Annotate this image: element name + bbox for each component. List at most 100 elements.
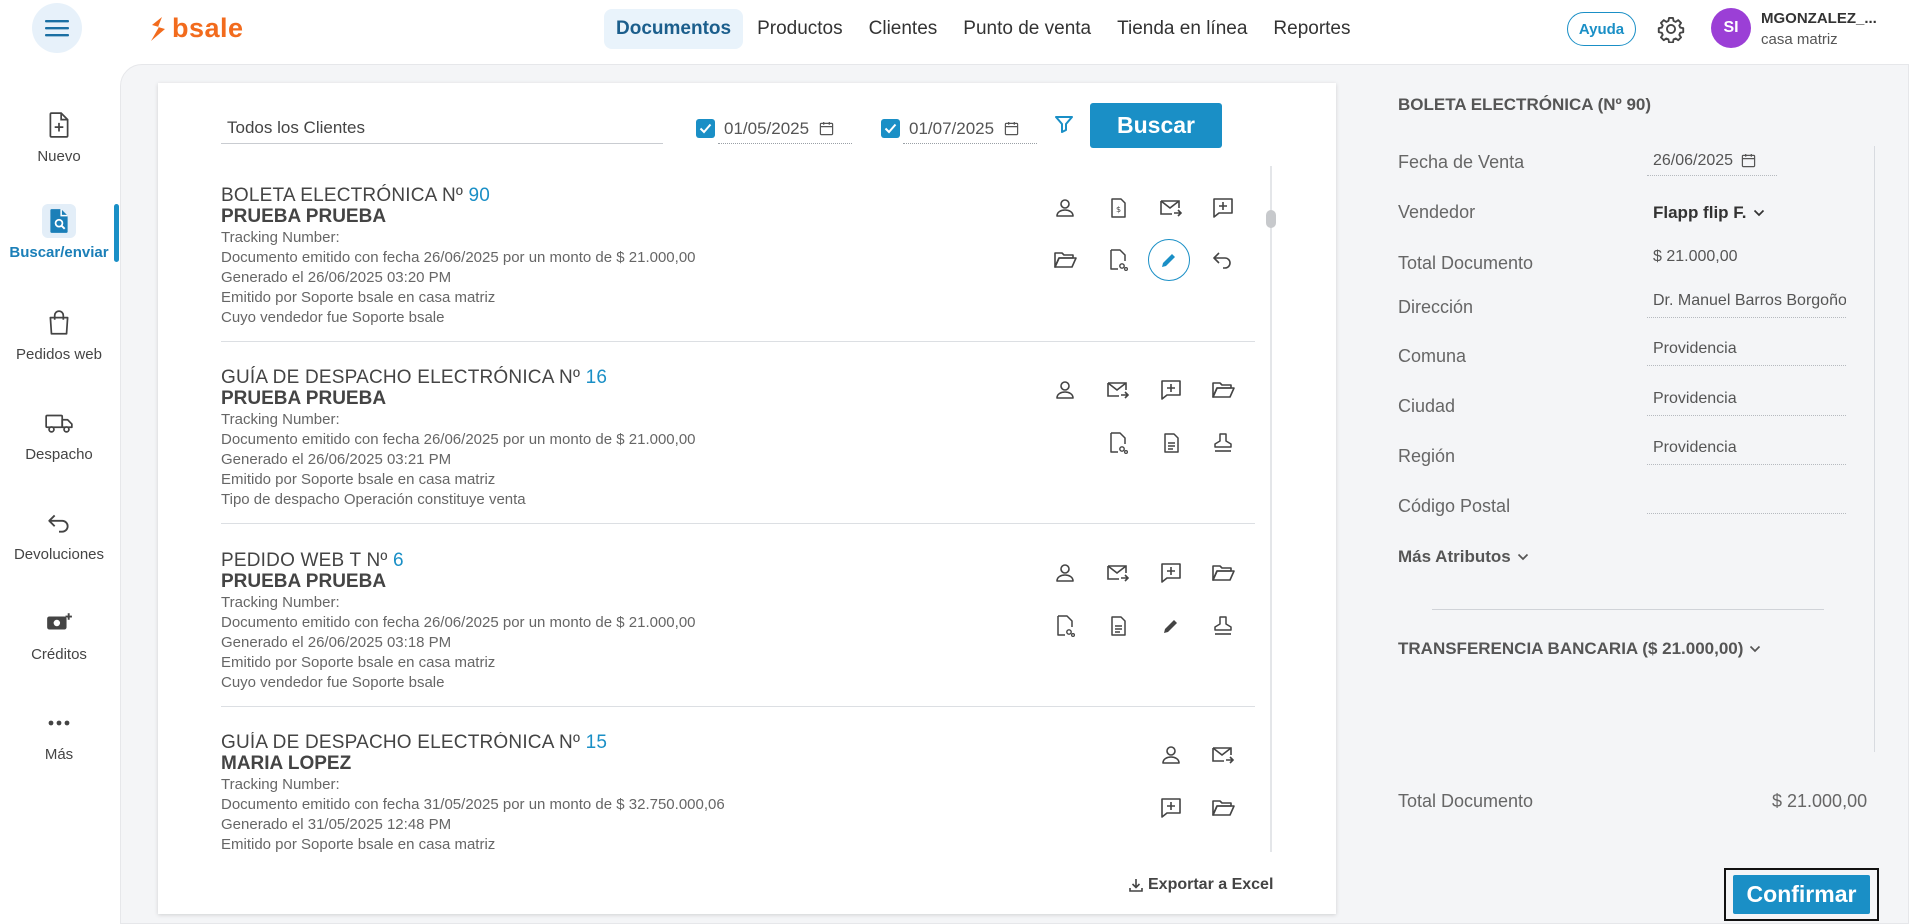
region-input[interactable]: Providencia (1647, 435, 1846, 465)
linked-document-button[interactable] (1101, 426, 1135, 460)
field-label: Total Documento (1398, 253, 1534, 273)
document-client: MARIA LOPEZ (221, 753, 352, 774)
truck-icon (42, 406, 76, 440)
help-button[interactable]: Ayuda (1567, 12, 1636, 46)
detail-title: BOLETA ELECTRÓNICA (Nº 90) (1398, 95, 1652, 114)
date-from-checkbox[interactable] (696, 119, 715, 138)
seller-select[interactable]: Flapp flip F. (1647, 198, 1846, 228)
sidebar-item-mas[interactable]: Más (0, 706, 118, 763)
send-email-button[interactable] (1154, 191, 1188, 225)
document-item[interactable]: PEDIDO WEB T Nº 6 PRUEBA PRUEBA Tracking… (221, 550, 1255, 693)
pencil-icon (1164, 620, 1177, 633)
sidebar-active-indicator (114, 204, 119, 262)
document-line: Generado el 26/06/2025 03:21 PM (221, 451, 452, 468)
client-button[interactable] (1048, 191, 1082, 225)
nav-tienda-en-linea[interactable]: Tienda en línea (1105, 9, 1259, 49)
bsale-logo[interactable]: bsale (148, 13, 244, 44)
date-from-input[interactable]: 01/05/2025 (718, 114, 852, 144)
sidebar-item-creditos[interactable]: Créditos (0, 606, 118, 663)
file-search-icon (42, 204, 76, 238)
menu-button[interactable] (32, 3, 82, 53)
document-button[interactable] (1101, 609, 1135, 643)
document-item[interactable]: BOLETA ELECTRÓNICA Nº 90 PRUEBA PRUEBA T… (221, 185, 1255, 328)
add-comment-button[interactable] (1154, 791, 1188, 825)
add-comment-button[interactable] (1154, 373, 1188, 407)
sidebar-item-pedidos-web[interactable]: Pedidos web (0, 306, 118, 363)
sidebar-item-despacho[interactable]: Despacho (0, 406, 118, 463)
nav-documentos[interactable]: Documentos (604, 9, 744, 49)
sidebar-item-devoluciones[interactable]: Devoluciones (0, 506, 118, 563)
open-folder-button[interactable] (1206, 791, 1240, 825)
document-number[interactable]: 6 (393, 550, 404, 571)
document-title: BOLETA ELECTRÓNICA Nº (221, 185, 464, 206)
total-label: Total Documento (1398, 791, 1534, 811)
document-line: Tracking Number: (221, 229, 340, 246)
postal-code-input[interactable] (1647, 484, 1846, 514)
date-to-input[interactable]: 01/07/2025 (903, 114, 1037, 144)
stamp-button[interactable] (1206, 426, 1240, 460)
document-item[interactable]: GUÍA DE DESPACHO ELECTRÓNICA Nº 16 PRUEB… (221, 367, 1255, 510)
date-to-checkbox[interactable] (881, 119, 900, 138)
sidebar-item-label: Despacho (25, 446, 93, 463)
panel-scrollbar[interactable] (1874, 146, 1875, 752)
send-email-button[interactable] (1101, 556, 1135, 590)
document-item[interactable]: GUÍA DE DESPACHO ELECTRÓNICA Nº 15 MARIA… (221, 732, 1255, 852)
settings-button[interactable] (1657, 15, 1685, 43)
sale-date-value: 26/06/2025 (1653, 151, 1734, 169)
client-filter-input[interactable]: Todos los Clientes (221, 114, 663, 144)
sidebar-item-buscar-enviar[interactable]: Buscar/enviar (0, 204, 118, 261)
send-email-button[interactable] (1206, 738, 1240, 772)
add-comment-button[interactable] (1206, 191, 1240, 225)
filter-button[interactable] (1053, 113, 1075, 135)
return-button[interactable] (1206, 243, 1240, 277)
open-folder-button[interactable] (1206, 556, 1240, 590)
download-icon (1129, 879, 1143, 892)
edit-button[interactable] (1148, 239, 1190, 281)
file-link-icon (1110, 432, 1129, 455)
nav-punto-de-venta[interactable]: Punto de venta (951, 9, 1103, 49)
cash-plus-icon (42, 606, 76, 640)
document-number[interactable]: 90 (469, 185, 491, 206)
nav-clientes[interactable]: Clientes (857, 9, 950, 49)
export-excel-button[interactable]: Exportar a Excel (1128, 876, 1273, 894)
document-line: Documento emitido con fecha 26/06/2025 p… (221, 614, 696, 631)
stamp-button[interactable] (1206, 609, 1240, 643)
sidebar-item-nuevo[interactable]: Nuevo (0, 108, 118, 165)
user-name[interactable]: MGONZALEZ_... (1761, 10, 1877, 27)
invoice-button[interactable]: $ (1101, 191, 1135, 225)
email-forward-icon (1212, 747, 1235, 764)
edit-button[interactable] (1154, 609, 1188, 643)
nav-productos[interactable]: Productos (745, 9, 855, 49)
document-button[interactable] (1154, 426, 1188, 460)
more-attributes-toggle[interactable]: Más Atributos (1398, 547, 1529, 567)
confirm-button[interactable]: Confirmar (1733, 875, 1870, 914)
list-scrollbar-thumb[interactable] (1266, 210, 1276, 228)
document-client: PRUEBA PRUEBA (221, 571, 387, 592)
nav-reportes[interactable]: Reportes (1261, 9, 1362, 49)
open-folder-button[interactable] (1206, 373, 1240, 407)
address-input[interactable]: Dr. Manuel Barros Borgoño (1647, 288, 1846, 318)
search-button[interactable]: Buscar (1090, 103, 1222, 148)
person-icon (1056, 199, 1074, 217)
svg-text:$: $ (1116, 205, 1121, 214)
document-number[interactable]: 16 (586, 367, 608, 388)
sale-date-input[interactable]: 26/06/2025 (1647, 146, 1777, 176)
city-input[interactable]: Providencia (1647, 386, 1846, 416)
send-email-button[interactable] (1101, 373, 1135, 407)
client-button[interactable] (1048, 556, 1082, 590)
linked-document-button[interactable] (1048, 609, 1082, 643)
comuna-input[interactable]: Providencia (1647, 336, 1846, 366)
document-line: Emitido por Soporte bsale en casa matriz (221, 836, 496, 852)
check-icon (699, 123, 712, 134)
linked-document-button[interactable] (1101, 243, 1135, 277)
avatar[interactable]: SI (1711, 8, 1751, 48)
client-button[interactable] (1048, 373, 1082, 407)
list-scrollbar[interactable] (1270, 166, 1272, 852)
sidebar-item-label: Buscar/enviar (9, 244, 109, 261)
document-line: Generado el 26/06/2025 03:20 PM (221, 269, 452, 286)
document-number[interactable]: 15 (586, 732, 608, 753)
client-button[interactable] (1154, 738, 1188, 772)
open-folder-button[interactable] (1048, 243, 1082, 277)
payment-method-toggle[interactable]: TRANSFERENCIA BANCARIA ($ 21.000,00) (1398, 639, 1761, 659)
add-comment-button[interactable] (1154, 556, 1188, 590)
